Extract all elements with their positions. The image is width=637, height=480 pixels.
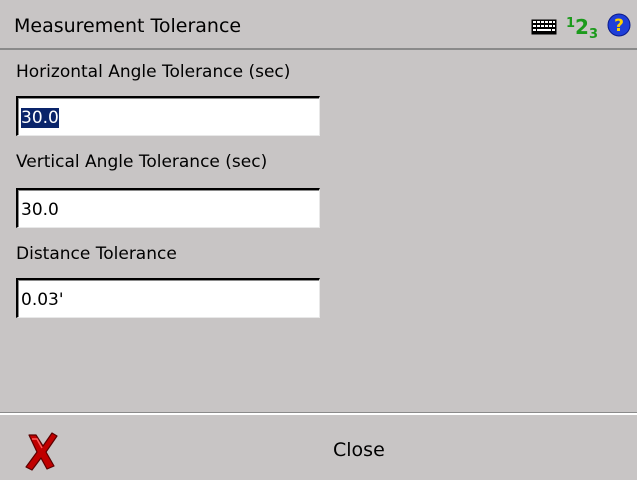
vertical-angle-input[interactable]: 30.0	[16, 188, 320, 228]
keyboard-icon[interactable]	[531, 19, 557, 35]
help-icon[interactable]: ?	[607, 13, 631, 37]
close-x-icon	[25, 432, 58, 471]
input-mode-main: 2	[575, 15, 589, 39]
distance-tolerance-value: 0.03'	[21, 290, 64, 310]
bottom-command-bar: Close	[0, 413, 637, 480]
input-mode-icon[interactable]: 123	[566, 9, 598, 50]
horizontal-angle-value: 30.0	[21, 108, 59, 128]
input-mode-sup: 1	[566, 16, 576, 31]
svg-text:?: ?	[614, 16, 624, 36]
input-mode-sub: 3	[588, 27, 599, 42]
window-title: Measurement Tolerance	[14, 15, 242, 37]
horizontal-angle-label: Horizontal Angle Tolerance (sec)	[16, 62, 291, 82]
close-button[interactable]: Close	[0, 415, 637, 480]
distance-tolerance-input[interactable]: 0.03'	[16, 278, 320, 318]
distance-tolerance-label: Distance Tolerance	[16, 244, 177, 264]
vertical-angle-value: 30.0	[21, 200, 59, 220]
title-bar: Measurement Tolerance 123 ?	[0, 0, 637, 50]
horizontal-angle-input[interactable]: 30.0	[16, 96, 320, 136]
vertical-angle-label: Vertical Angle Tolerance (sec)	[16, 152, 268, 172]
close-label: Close	[333, 439, 385, 461]
